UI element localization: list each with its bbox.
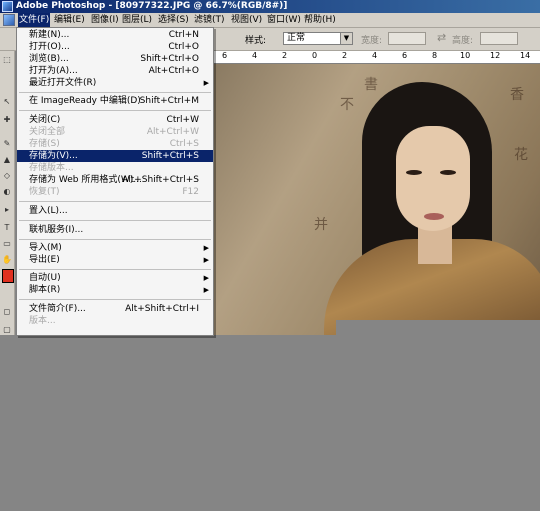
menu-bar: 文件(F) 编辑(E) 图像(I) 图层(L) 选择(S) 滤镜(T) 视图(V… [0,13,540,28]
stamp-tool-icon[interactable]: ▲ [2,155,12,164]
height-input[interactable] [480,32,518,45]
blur-tool-icon[interactable]: ◐ [2,187,12,196]
canvas-image[interactable]: 不 書 香 花 并 [214,64,540,335]
menu-item-scripts[interactable]: 脚本(R) ▶ [17,284,213,296]
menu-separator [19,239,211,240]
ruler-tick-label: 14 [520,51,531,60]
ruler-tick-label: 6 [402,51,408,60]
quickmask-icon[interactable]: ◻ [2,307,12,316]
background-calligraphy: 不 [340,97,354,113]
style-value: 正常 [287,33,306,43]
path-tool-icon[interactable]: ▸ [2,205,12,214]
screen-mode-icon[interactable]: ▢ [2,325,12,334]
background-calligraphy: 書 [364,77,378,93]
menu-separator [19,201,211,202]
menu-file[interactable]: 文件(F) [18,13,51,27]
notes-tool-icon[interactable]: ▭ [2,239,12,248]
menu-window[interactable]: 窗口(W) [266,13,302,27]
menu-item-close-all[interactable]: 关闭全部 Alt+Ctrl+W [17,126,213,138]
background-calligraphy: 香 [510,87,524,103]
menu-select[interactable]: 选择(S) [157,13,190,27]
ruler-tick-label: 4 [252,51,258,60]
menu-item-open[interactable]: 打开(O)... Ctrl+O [17,41,213,53]
file-menu-dropdown: 新建(N)... Ctrl+N 打开(O)... Ctrl+O 浏览(B)... Sh… [16,27,214,336]
style-label: 样式: [245,36,267,46]
style-select[interactable]: 正常 ▼ [283,32,353,45]
menu-item-edit-in-imageready[interactable]: 在 ImageReady 中编辑(D) Shift+Ctrl+M [17,95,213,107]
menu-item-automate[interactable]: 自动(U) ▶ [17,272,213,284]
menu-item-save-for-web[interactable]: 存储为 Web 所用格式(W)... Alt+Shift+Ctrl+S [17,174,213,186]
photoshop-logo-icon[interactable] [3,14,15,26]
menu-image[interactable]: 图像(I) [90,13,120,27]
lasso-tool-icon[interactable]: ↖ [2,97,12,106]
menu-view[interactable]: 视图(V) [230,13,263,27]
foreground-color-swatch[interactable] [2,269,14,283]
menu-separator [19,220,211,221]
eraser-tool-icon[interactable]: ◇ [2,171,12,180]
app-icon [2,1,13,12]
menu-item-save[interactable]: 存储(S) Ctrl+S [17,138,213,150]
menu-item-save-as[interactable]: 存储为(V)... Shift+Ctrl+S [17,150,213,162]
document-window[interactable]: 6 4 2 0 2 4 6 8 10 12 14 不 書 香 花 并 [214,51,540,335]
dropdown-arrow-icon: ▼ [340,33,352,44]
menu-separator [19,92,211,93]
width-label: 宽度: [361,36,383,46]
workspace-background [0,335,540,511]
background-calligraphy: 并 [314,217,328,233]
top-ruler[interactable]: 6 4 2 0 2 4 6 8 10 12 14 [214,51,540,64]
menu-help[interactable]: 帮助(H) [303,13,337,27]
hand-tool-icon[interactable]: ✋ [2,255,12,264]
menu-item-file-info[interactable]: 文件简介(F)... Alt+Shift+Ctrl+I [17,303,213,315]
ruler-tick-label: 4 [372,51,378,60]
submenu-arrow-icon: ▶ [203,286,209,294]
submenu-arrow-icon: ▶ [203,79,209,87]
ruler-tick-label: 8 [432,51,438,60]
portrait-eye [406,170,422,175]
submenu-arrow-icon: ▶ [203,244,209,252]
menu-item-open-as[interactable]: 打开为(A)... Alt+Ctrl+O [17,65,213,77]
ruler-tick-label: 0 [312,51,318,60]
menu-separator [19,299,211,300]
menu-separator [19,110,211,111]
menu-layer[interactable]: 图层(L) [121,13,153,27]
ruler-tick-label: 12 [490,51,501,60]
ruler-tick-label: 6 [222,51,228,60]
window-title: Adobe Photoshop - [80977322.JPG @ 66.7%(… [16,1,288,11]
submenu-arrow-icon: ▶ [203,256,209,264]
marquee-tool-icon[interactable]: ⬚ [2,55,12,64]
toolbox: ⬚ ↖ ✚ ✎ ▲ ◇ ◐ ▸ T ▭ ✋ ◻ ▢ [0,51,15,341]
menu-item-online-services[interactable]: 联机服务(I)... [17,224,213,236]
menu-edit[interactable]: 编辑(E) [53,13,86,27]
menu-item-save-version[interactable]: 存储版本... [17,162,213,174]
menu-item-revert[interactable]: 恢复(T) F12 [17,186,213,198]
ruler-tick-label: 10 [460,51,471,60]
menu-item-recent-files[interactable]: 最近打开文件(R) ▶ [17,77,213,89]
menu-item-place[interactable]: 置入(L)... [17,205,213,217]
menu-item-browse[interactable]: 浏览(B)... Shift+Ctrl+O [17,53,213,65]
menu-filter[interactable]: 滤镜(T) [193,13,226,27]
background-calligraphy: 花 [514,147,528,163]
height-label: 高度: [452,36,474,46]
swap-icon[interactable]: ⇄ [437,31,446,44]
menu-item-import[interactable]: 导入(M) ▶ [17,242,213,254]
menu-item-new[interactable]: 新建(N)... Ctrl+N [17,29,213,41]
menu-item-export[interactable]: 导出(E) ▶ [17,254,213,266]
title-bar: Adobe Photoshop - [80977322.JPG @ 66.7%(… [0,0,540,13]
crop-tool-icon[interactable]: ✚ [2,115,12,124]
menu-item-versions[interactable]: 版本... [17,315,213,327]
type-tool-icon[interactable]: T [2,223,12,232]
submenu-arrow-icon: ▶ [203,274,209,282]
ruler-tick-label: 2 [282,51,288,60]
ruler-tick-label: 2 [342,51,348,60]
brush-tool-icon[interactable]: ✎ [2,139,12,148]
menu-item-close[interactable]: 关闭(C) Ctrl+W [17,114,213,126]
width-input[interactable] [388,32,426,45]
workspace-background [336,320,540,336]
portrait-lips [424,213,444,220]
portrait-eye [440,170,456,175]
menu-separator [19,269,211,270]
